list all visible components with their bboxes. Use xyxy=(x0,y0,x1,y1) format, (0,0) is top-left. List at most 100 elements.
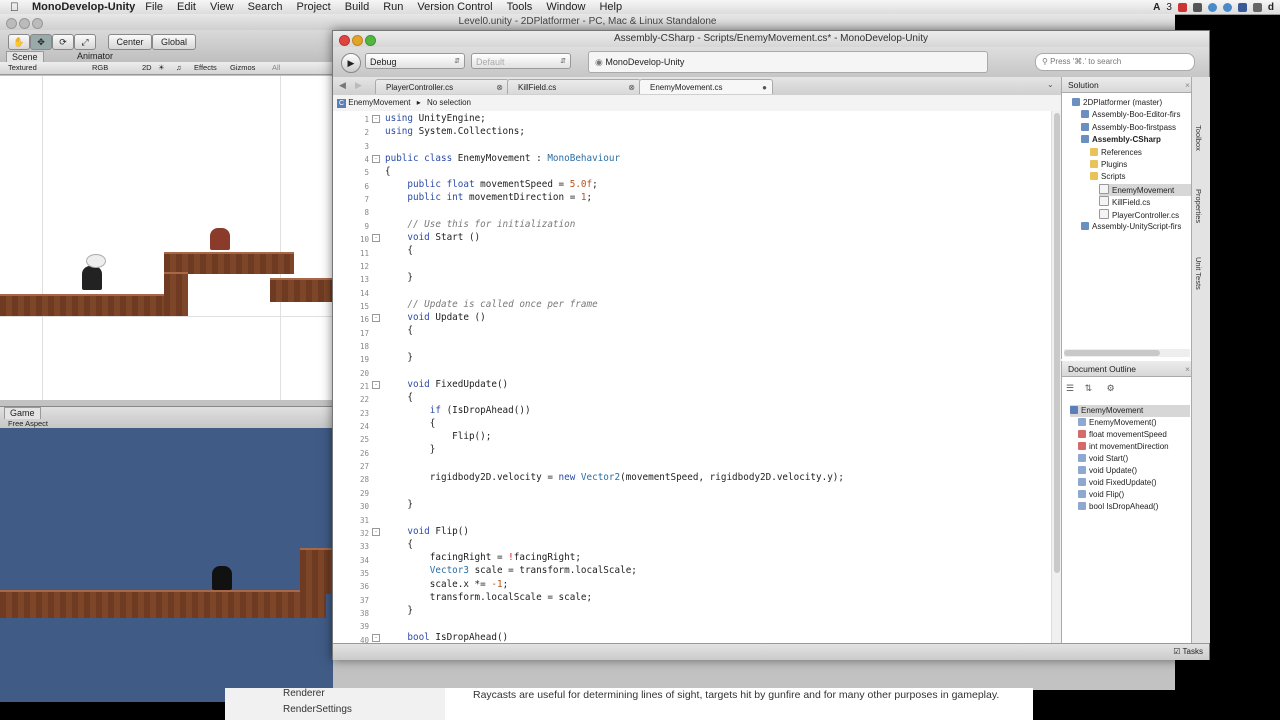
audio-icon[interactable]: ♫ xyxy=(176,63,182,72)
md-minimize-button[interactable] xyxy=(352,35,363,46)
sort-icon[interactable]: ⇅ xyxy=(1085,383,1093,393)
close-tab-icon[interactable]: ⊗ xyxy=(628,80,635,95)
tab-animator[interactable]: Animator xyxy=(72,51,118,62)
close-tab-icon[interactable]: ⊗ xyxy=(496,80,503,95)
side-tab-toolbox[interactable]: Toolbox xyxy=(1194,125,1203,151)
scene-view[interactable] xyxy=(0,76,333,400)
solution-tree-item[interactable]: EnemyMovement xyxy=(1099,183,1200,196)
lighting-icon[interactable]: ☀ xyxy=(158,63,165,72)
close-window-button[interactable] xyxy=(6,18,17,29)
scrollbar-thumb[interactable] xyxy=(1054,113,1060,573)
effects-dropdown[interactable]: Effects xyxy=(194,63,217,72)
fold-toggle[interactable]: - xyxy=(372,634,380,642)
fold-toggle[interactable]: - xyxy=(372,528,380,536)
hand-tool-button[interactable]: ✋ xyxy=(8,34,30,50)
move-tool-button[interactable]: ✥ xyxy=(30,34,52,50)
render-mode-dropdown[interactable]: RGB xyxy=(92,63,108,72)
facebook-icon[interactable] xyxy=(1237,2,1247,12)
fold-toggle[interactable]: - xyxy=(372,115,380,123)
tab-forward-arrow-icon[interactable]: ▶ xyxy=(355,80,362,91)
pivot-global-button[interactable]: Global xyxy=(152,34,196,50)
scene-search-input[interactable]: All xyxy=(272,63,280,72)
docs-link-renderer[interactable]: Renderer xyxy=(283,688,325,699)
solution-hscrollbar[interactable] xyxy=(1064,349,1190,357)
fold-toggle[interactable]: - xyxy=(372,381,380,389)
tasks-button[interactable]: ☑ Tasks xyxy=(1173,644,1203,660)
solution-tree-item[interactable]: Assembly-Boo-Editor-firs xyxy=(1081,109,1180,121)
mode-2d-toggle[interactable]: 2D xyxy=(142,63,152,72)
sync-icon[interactable] xyxy=(1252,2,1262,12)
record-icon[interactable] xyxy=(1177,2,1187,12)
settings-icon[interactable]: ⚙ xyxy=(1107,383,1115,393)
solution-tree-item[interactable]: Assembly-CSharp xyxy=(1081,134,1161,146)
modified-dot-icon[interactable]: ● xyxy=(762,80,767,95)
gizmos-dropdown[interactable]: Gizmos xyxy=(230,63,255,72)
enemy-sprite[interactable] xyxy=(210,228,230,250)
solution-tree-item[interactable]: References xyxy=(1090,147,1142,159)
solution-tree-item[interactable]: Scripts xyxy=(1090,171,1125,183)
menu-help[interactable]: Help xyxy=(599,1,622,13)
solution-tree-item[interactable]: Plugins xyxy=(1090,159,1127,171)
apple-icon[interactable]:  xyxy=(10,0,24,14)
shading-mode-dropdown[interactable]: Textured xyxy=(8,63,37,72)
global-search-input[interactable]: ⚲ Press '⌘.' to search xyxy=(1035,53,1195,71)
group-icon[interactable]: ☰ xyxy=(1066,383,1074,393)
outline-item[interactable]: int movementDirection xyxy=(1078,441,1169,453)
outline-item[interactable]: float movementSpeed xyxy=(1078,429,1167,441)
side-tab-properties[interactable]: Properties xyxy=(1194,189,1203,223)
md-close-button[interactable] xyxy=(339,35,350,46)
menu-window[interactable]: Window xyxy=(546,1,585,13)
game-view[interactable] xyxy=(0,428,333,702)
zoom-window-button[interactable] xyxy=(32,18,43,29)
solution-tree-item[interactable]: 2DPlatformer (master) xyxy=(1072,97,1162,109)
outline-item[interactable]: void FixedUpdate() xyxy=(1078,477,1157,489)
adobe-icon[interactable]: A xyxy=(1153,2,1160,13)
outline-item[interactable]: void Start() xyxy=(1078,453,1128,465)
pivot-center-button[interactable]: Center xyxy=(108,34,152,50)
menu-edit[interactable]: Edit xyxy=(177,1,196,13)
aspect-dropdown[interactable]: Free Aspect xyxy=(8,419,48,428)
menu-project[interactable]: Project xyxy=(297,1,331,13)
outline-item[interactable]: void Update() xyxy=(1078,465,1137,477)
fold-toggle[interactable]: - xyxy=(372,234,380,242)
menu-build[interactable]: Build xyxy=(345,1,369,13)
minimize-window-button[interactable] xyxy=(19,18,30,29)
docs-link-rendersettings[interactable]: RenderSettings xyxy=(283,704,352,715)
configuration-select[interactable]: Debug ⇵ xyxy=(365,53,465,69)
app-menu[interactable]: MonoDevelop-Unity xyxy=(32,1,135,13)
menu-version-control[interactable]: Version Control xyxy=(417,1,492,13)
side-tab-unit-tests[interactable]: Unit Tests xyxy=(1194,257,1203,290)
solution-tree-item[interactable]: Assembly-Boo-firstpass xyxy=(1081,122,1176,134)
pad-close-icon[interactable]: × xyxy=(1185,361,1190,377)
tab-playercontroller[interactable]: PlayerController.cs ⊗ xyxy=(375,79,509,94)
mail-icon[interactable] xyxy=(1192,2,1202,12)
platform-select[interactable]: Default ⇵ xyxy=(471,53,571,69)
outline-item[interactable]: EnemyMovement() xyxy=(1078,417,1157,429)
hscroll-thumb[interactable] xyxy=(1064,350,1160,356)
menu-run[interactable]: Run xyxy=(383,1,403,13)
breadcrumb-class[interactable]: EnemyMovement xyxy=(348,98,410,107)
d-icon[interactable]: d xyxy=(1268,2,1274,13)
menu-search[interactable]: Search xyxy=(248,1,283,13)
menu-view[interactable]: View xyxy=(210,1,234,13)
breadcrumb-member[interactable]: No selection xyxy=(427,98,471,107)
menu-file[interactable]: File xyxy=(145,1,163,13)
twitter-alt-icon[interactable] xyxy=(1222,2,1232,12)
solution-tree-item[interactable]: Assembly-UnityScript-firs xyxy=(1081,221,1181,233)
tab-list-chevron-icon[interactable]: ⌄ xyxy=(1047,80,1054,89)
code-editor[interactable]: using UnityEngine; using System.Collecti… xyxy=(333,111,1051,659)
rotate-tool-button[interactable]: ⟳ xyxy=(52,34,74,50)
run-button[interactable]: ▶ xyxy=(341,53,361,73)
md-zoom-button[interactable] xyxy=(365,35,376,46)
solution-tree-item[interactable]: KillField.cs xyxy=(1099,196,1150,208)
twitter-icon[interactable] xyxy=(1207,2,1217,12)
fold-toggle[interactable]: - xyxy=(372,314,380,322)
outline-item[interactable]: EnemyMovement xyxy=(1070,405,1190,417)
pad-close-icon[interactable]: × xyxy=(1185,77,1190,93)
tab-game[interactable]: Game xyxy=(4,407,41,419)
outline-item[interactable]: bool IsDropAhead() xyxy=(1078,501,1158,513)
tab-back-arrow-icon[interactable]: ◀ xyxy=(339,80,346,91)
solution-tree-item[interactable]: PlayerController.cs xyxy=(1099,208,1179,221)
outline-item[interactable]: void Flip() xyxy=(1078,489,1124,501)
tab-killfield[interactable]: KillField.cs ⊗ xyxy=(507,79,641,94)
